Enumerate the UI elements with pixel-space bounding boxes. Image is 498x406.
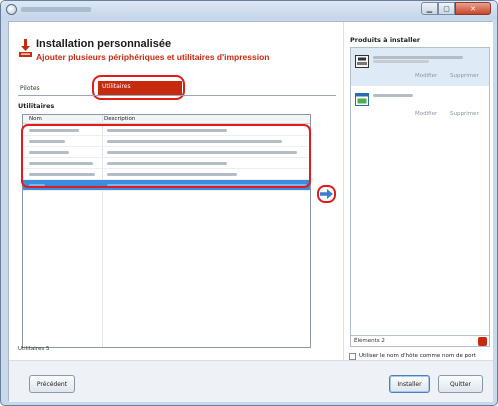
column-header-nom[interactable]: Nom	[29, 116, 42, 122]
close-button[interactable]: ✕	[455, 2, 491, 15]
products-count-bar: Éléments 2	[350, 335, 490, 347]
product-detail-blurred	[373, 60, 429, 63]
use-hostname-checkbox[interactable]	[349, 353, 356, 360]
page-title: Installation personnalisée	[36, 38, 172, 50]
quit-button[interactable]: Quitter	[438, 375, 483, 393]
utility-window-icon	[355, 93, 369, 106]
product-item[interactable]: Modifier Supprimer	[351, 48, 489, 86]
tab-divider	[18, 95, 336, 96]
products-list: Modifier Supprimer Modifier Supprimer	[350, 47, 490, 336]
products-panel: Produits à installer Modifier Supprimer	[343, 22, 493, 360]
products-count: Éléments 2	[354, 338, 385, 344]
arrow-right-icon	[320, 189, 333, 199]
install-button[interactable]: Installer	[389, 375, 430, 393]
window-controls: ▁ ▢ ✕	[421, 2, 491, 16]
trash-icon[interactable]	[478, 337, 487, 346]
tab-highlight-annotation	[92, 75, 185, 100]
products-title: Produits à installer	[350, 36, 421, 44]
previous-button[interactable]: Précédent	[29, 375, 75, 393]
use-hostname-label: Utiliser le nom d'hôte comme nom de port	[359, 353, 476, 359]
title-bar[interactable]: ▁ ▢ ✕	[1, 1, 497, 19]
product-name-blurred	[373, 56, 463, 59]
tab-pilotes[interactable]: Pilotes	[18, 83, 91, 95]
app-icon	[6, 4, 17, 15]
rows-highlight-annotation	[21, 124, 311, 188]
left-panel: Installation personnalisée Ajouter plusi…	[9, 22, 341, 360]
utilities-section-title: Utilitaires	[18, 102, 55, 110]
modify-link[interactable]: Modifier	[415, 111, 437, 117]
printer-icon	[355, 55, 369, 68]
installer-window: ▁ ▢ ✕ Installation personnalisée Ajouter…	[0, 0, 498, 406]
minimize-button[interactable]: ▁	[421, 2, 438, 15]
maximize-button[interactable]: ▢	[438, 2, 455, 15]
delete-link[interactable]: Supprimer	[450, 73, 479, 79]
install-arrow-icon	[19, 39, 32, 57]
page-subtitle: Ajouter plusieurs périphériques et utili…	[36, 52, 270, 62]
utilities-list-header: Nom Description	[23, 115, 310, 124]
column-header-description[interactable]: Description	[104, 116, 135, 122]
add-to-products-button[interactable]	[320, 189, 333, 199]
delete-link[interactable]: Supprimer	[450, 111, 479, 117]
window-title-blurred	[21, 7, 91, 12]
product-name-blurred	[373, 94, 413, 97]
dialog-client: Installation personnalisée Ajouter plusi…	[8, 21, 493, 402]
modify-link[interactable]: Modifier	[415, 73, 437, 79]
product-item[interactable]: Modifier Supprimer	[351, 86, 489, 124]
utilities-count: Utilitaires 5	[18, 346, 50, 352]
